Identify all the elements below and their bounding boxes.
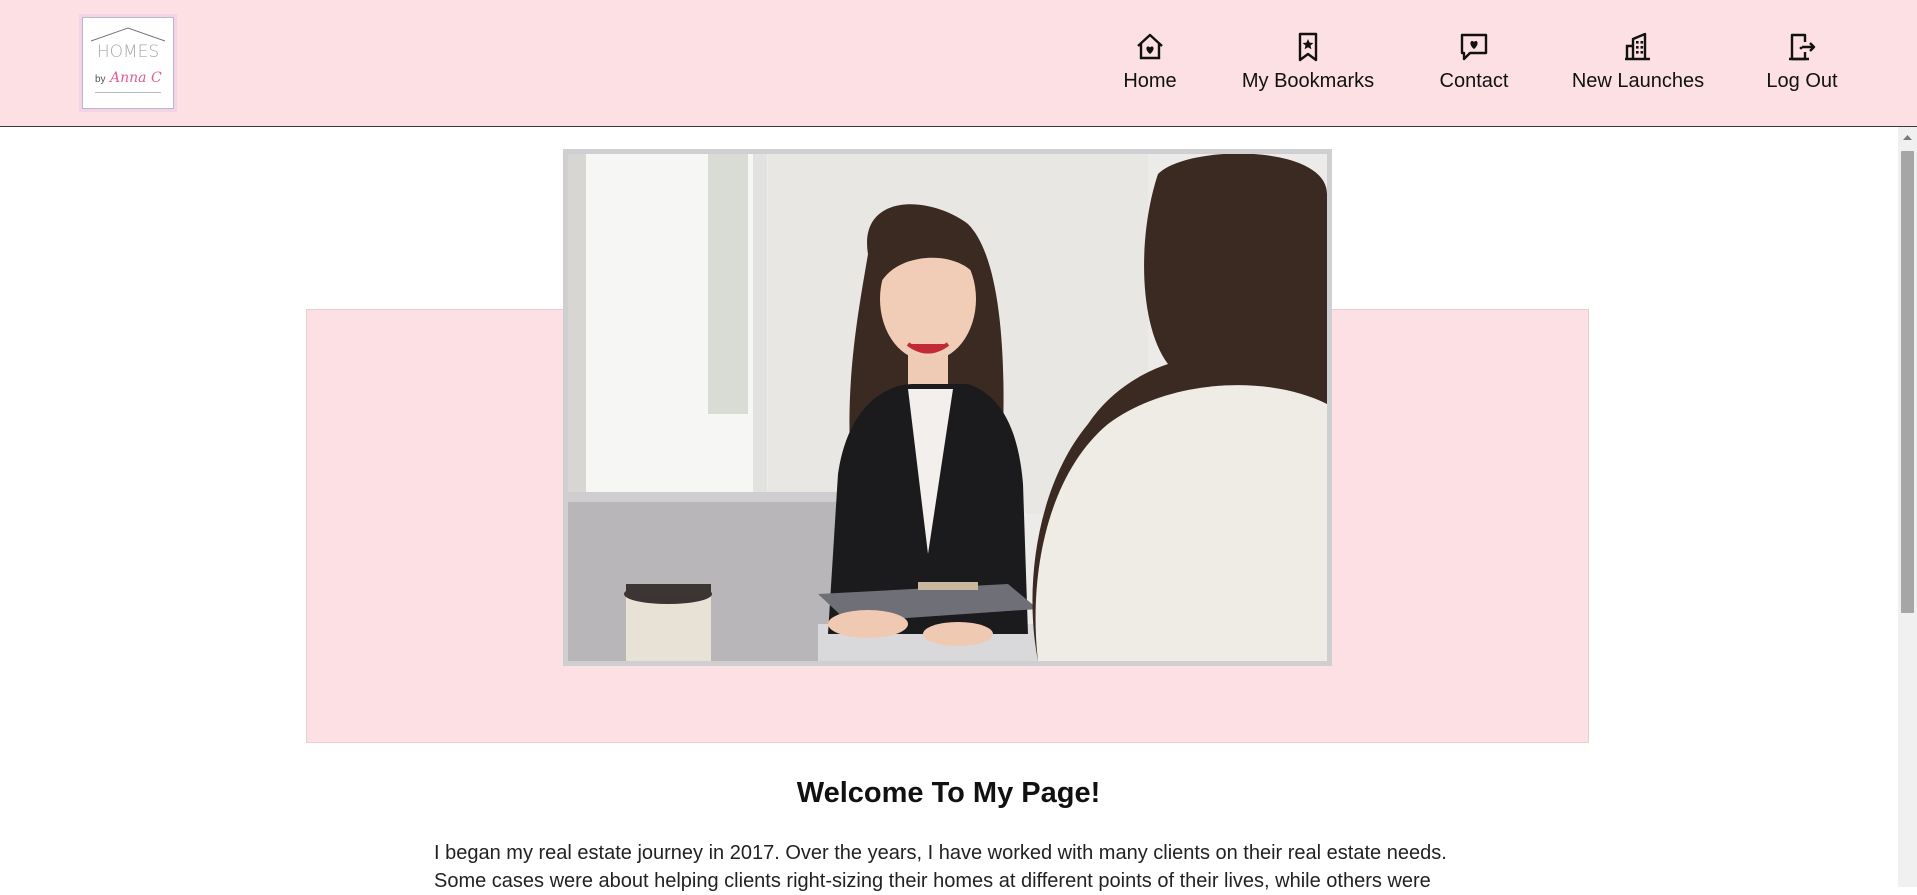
door-exit-icon: [1789, 33, 1816, 61]
main-nav: Home My Bookmarks Contact New Launches L…: [0, 30, 1917, 100]
buildings-icon: [1625, 32, 1650, 61]
nav-log-out[interactable]: Log Out: [1764, 30, 1840, 100]
welcome-heading: Welcome To My Page!: [796, 777, 1101, 809]
two-women-meeting-photo: [568, 154, 1327, 661]
nav-my-bookmarks[interactable]: My Bookmarks: [1238, 30, 1378, 100]
page-scrollbar[interactable]: [1898, 127, 1917, 887]
scrollbar-thumb[interactable]: [1901, 151, 1914, 613]
nav-new-launches-label: New Launches: [1571, 70, 1705, 92]
chat-heart-icon: [1460, 33, 1488, 61]
scroll-up-arrow-icon[interactable]: [1898, 131, 1917, 145]
house-heart-icon: [1137, 33, 1163, 60]
nav-home[interactable]: Home: [1118, 30, 1182, 100]
site-header: HOMES by Anna C Home My Bookmarks Contac…: [0, 0, 1917, 127]
nav-new-launches[interactable]: New Launches: [1570, 30, 1706, 100]
nav-my-bookmarks-label: My Bookmarks: [1241, 70, 1375, 92]
nav-contact[interactable]: Contact: [1436, 30, 1512, 100]
nav-contact-label: Contact: [1439, 70, 1509, 92]
hero-photo-frame: [563, 149, 1332, 666]
bookmark-star-icon: [1298, 32, 1318, 62]
nav-home-label: Home: [1123, 70, 1177, 92]
nav-log-out-label: Log Out: [1766, 70, 1838, 92]
